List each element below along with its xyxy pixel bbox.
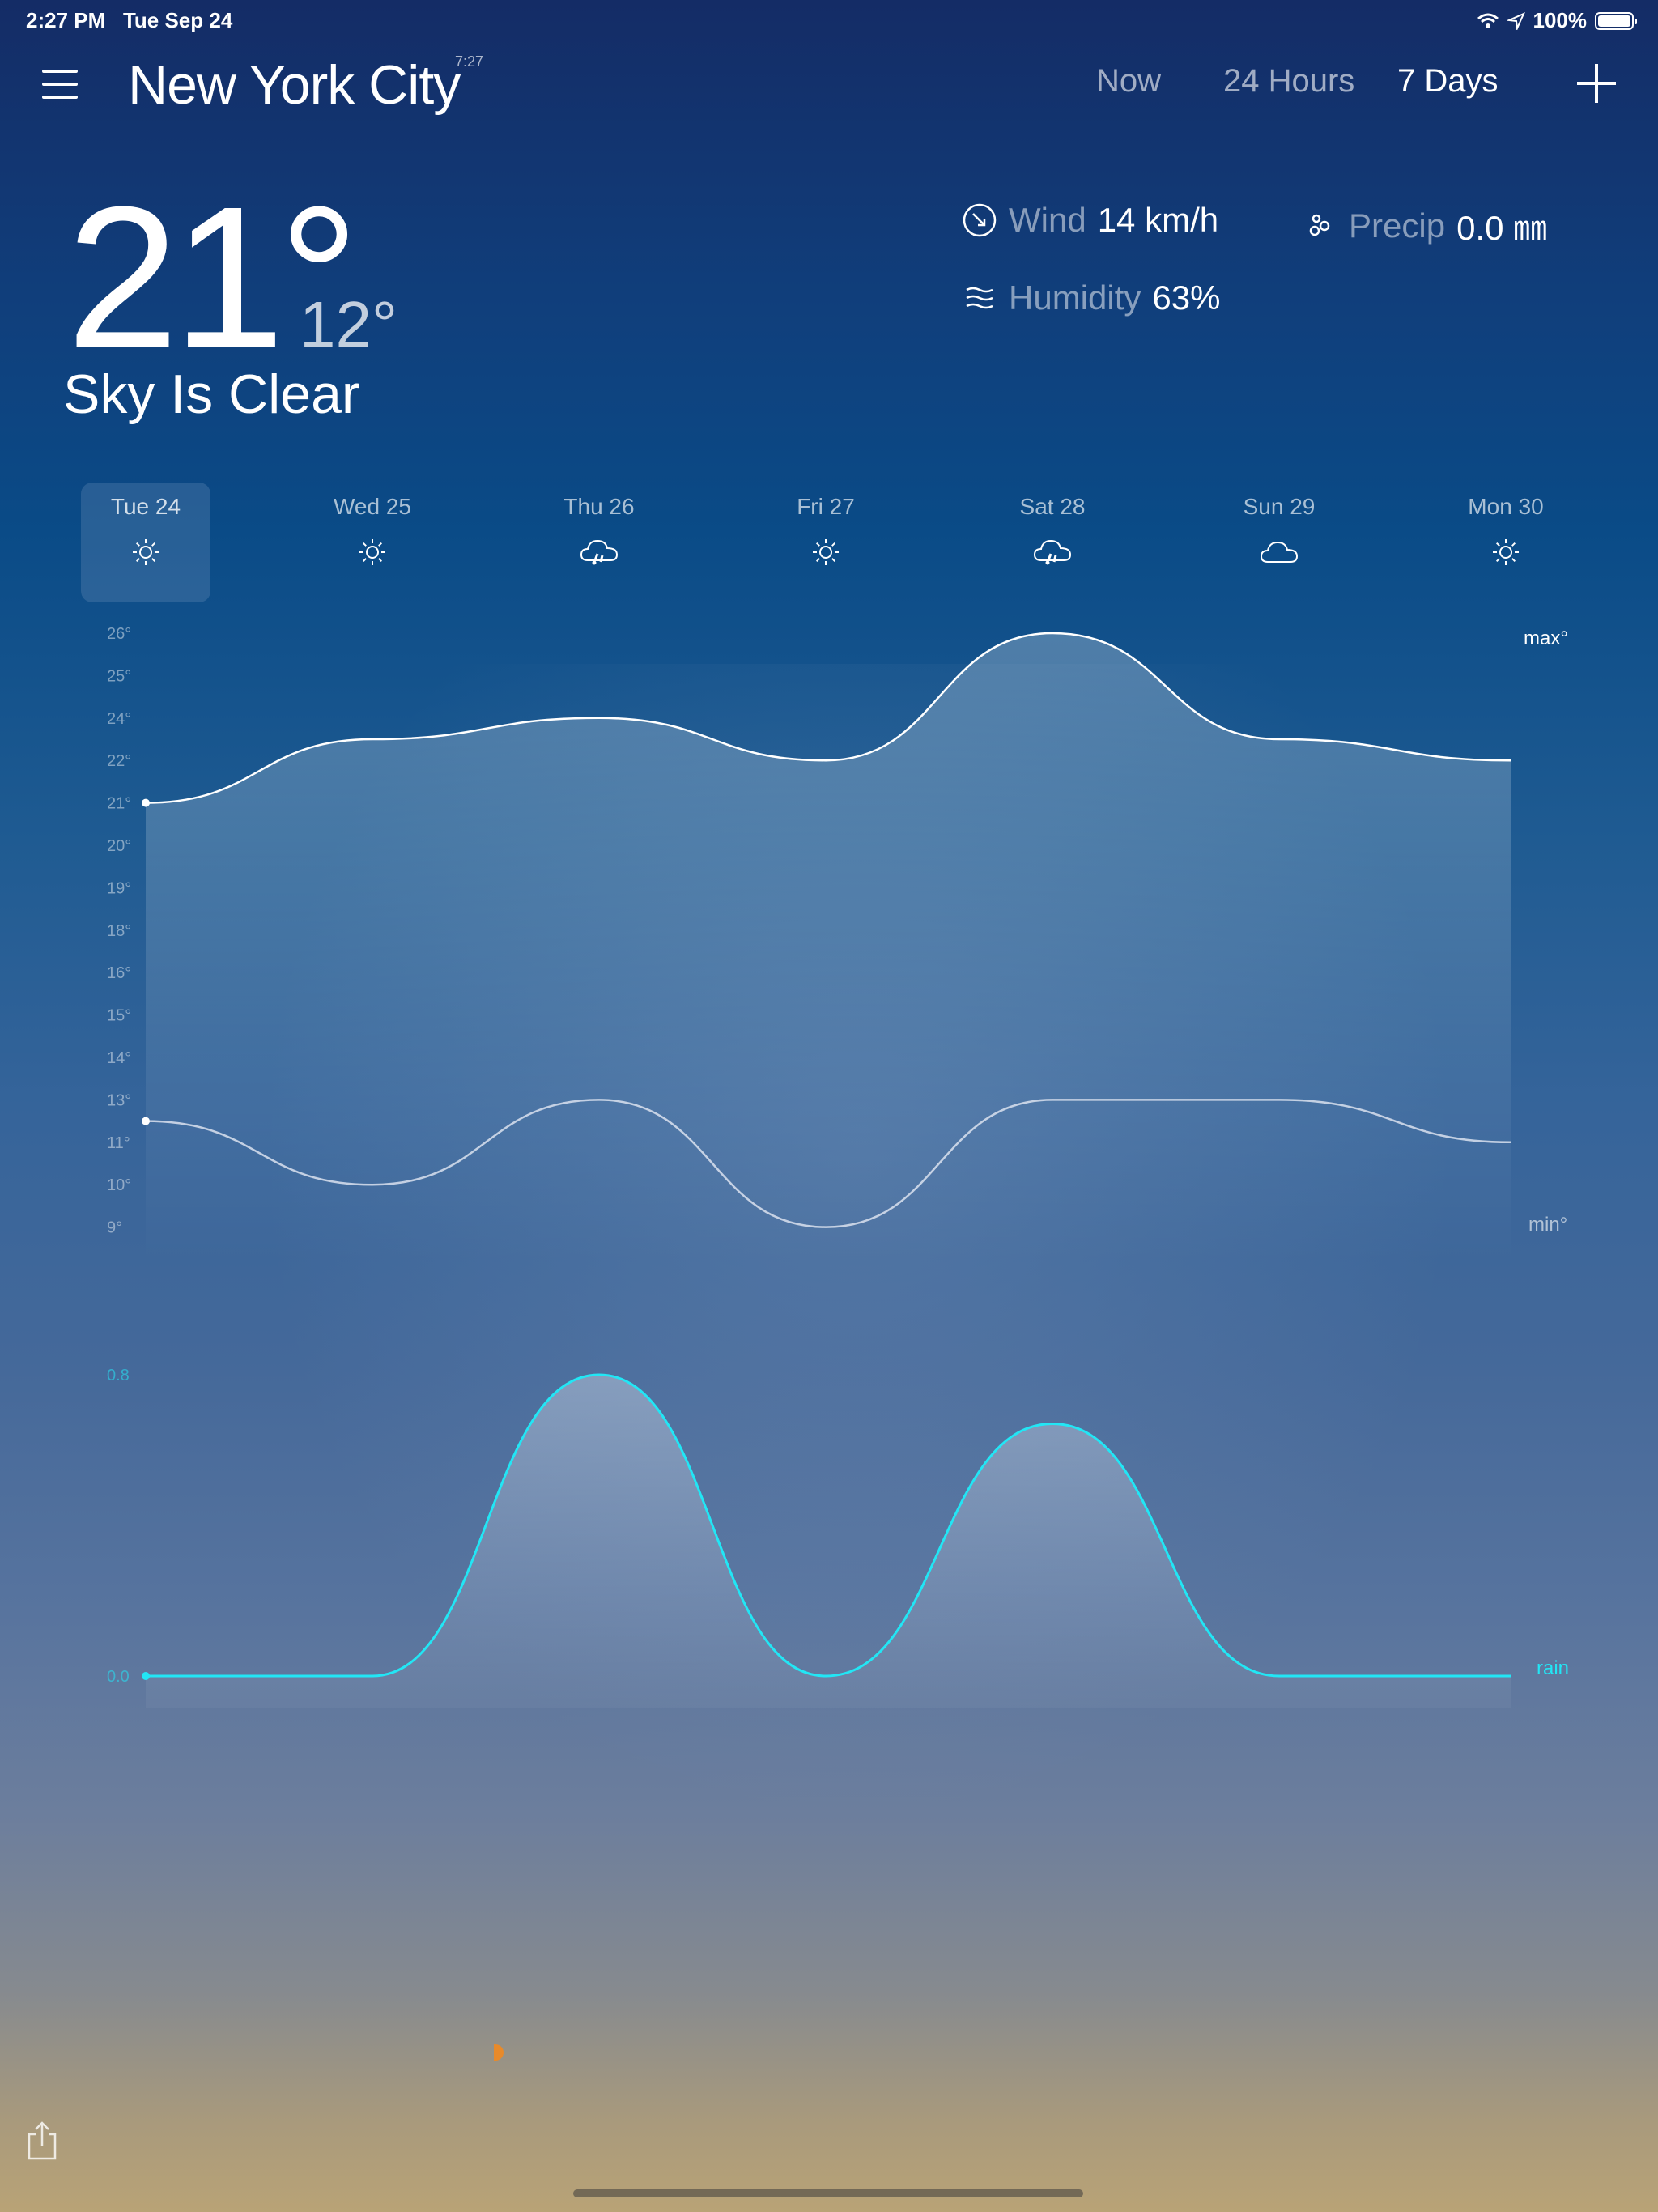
city-local-time: 7:27 — [455, 53, 484, 70]
day-label: Fri 27 — [797, 494, 855, 519]
temp-tick-label: 16° — [107, 964, 131, 982]
precip-stat: Precip 0.0 ㎜ — [1302, 201, 1547, 250]
day-column-tue[interactable]: Tue 24 — [81, 483, 210, 602]
day-column-mon[interactable]: Mon 30 — [1441, 483, 1571, 602]
temp-tick-label: 15° — [107, 1007, 131, 1025]
rain-cloud-icon — [988, 536, 1117, 572]
rain-tick-label: 0.0 — [107, 1668, 130, 1686]
forecast-chart: 26° 25° 24° 22° 21° 20° 19° 18° 16° 15° 14° 13° 11° 1… — [107, 625, 1569, 1708]
temp-tick-label: 13° — [107, 1091, 131, 1109]
max-point — [142, 798, 150, 807]
precip-label: Precip — [1349, 206, 1446, 245]
low-temperature: 12° — [300, 288, 397, 360]
sun-icon — [81, 536, 210, 572]
temp-tick-label: 10° — [107, 1176, 131, 1194]
share-icon[interactable] — [24, 2120, 60, 2162]
sun-icon — [761, 536, 891, 572]
rain-point — [142, 1672, 150, 1680]
rain-area — [146, 1375, 1511, 1708]
humidity-stat: Humidity 63% — [962, 279, 1220, 317]
temp-tick-label: 9° — [107, 1219, 122, 1237]
status-time: 2:27 PM Tue Sep 24 — [26, 8, 233, 32]
home-indicator — [573, 2189, 1083, 2197]
sun-icon — [308, 536, 437, 572]
humidity-label: Humidity — [1009, 279, 1141, 317]
wind-label: Wind — [1009, 201, 1086, 239]
temp-tick-label: 25° — [107, 667, 131, 685]
tab-now[interactable]: Now — [1096, 63, 1161, 100]
tab-24-hours[interactable]: 24 Hours — [1223, 63, 1354, 100]
temp-tick-label: 19° — [107, 879, 131, 897]
location-icon — [1507, 11, 1525, 30]
condition-text: Sky Is Clear — [63, 364, 360, 425]
day-label: Sun 29 — [1243, 494, 1316, 519]
precip-icon — [1309, 214, 1330, 236]
humidity-icon — [966, 287, 993, 309]
rain-line — [146, 1373, 1511, 1678]
wifi-icon — [1477, 13, 1499, 28]
day-label: Tue 24 — [110, 494, 181, 519]
day-label: Thu 26 — [563, 494, 635, 519]
temp-tick-label: 14° — [107, 1049, 131, 1067]
wind-stat: Wind 14 km/h — [962, 201, 1218, 240]
day-column-fri[interactable]: Fri 27 — [761, 483, 891, 602]
temp-tick-label: 22° — [107, 752, 131, 770]
day-column-thu[interactable]: Thu 26 — [534, 483, 664, 602]
sun-icon — [1441, 536, 1571, 572]
day-label: Mon 30 — [1468, 494, 1544, 519]
day-label: Wed 25 — [334, 494, 411, 519]
status-right: 100% — [1477, 8, 1637, 33]
wind-icon — [963, 203, 997, 237]
moon-icon — [494, 2044, 504, 2061]
temp-tick-label: 20° — [107, 837, 131, 855]
min-point — [142, 1117, 150, 1125]
day-column-sun[interactable]: Sun 29 — [1214, 483, 1344, 602]
day-column-wed[interactable]: Wed 25 — [308, 483, 437, 602]
precip-value: 0.0 ㎜ — [1456, 209, 1548, 247]
battery-percent: 100% — [1533, 8, 1588, 32]
temp-tick-label: 26° — [107, 625, 131, 643]
temp-tick-label: 24° — [107, 710, 131, 728]
city-name[interactable]: New York City — [128, 53, 461, 117]
status-bar: 2:27 PM Tue Sep 24 100% — [0, 0, 1658, 39]
humidity-value: 63% — [1152, 279, 1221, 317]
cloud-icon — [1214, 536, 1344, 572]
day-column-sat[interactable]: Sat 28 — [988, 483, 1117, 602]
battery-icon — [1595, 11, 1637, 30]
temp-tick-label: 18° — [107, 922, 131, 940]
day-label: Sat 28 — [1019, 494, 1086, 519]
add-location-button[interactable] — [1577, 64, 1616, 103]
day-strip: Tue 24 Wed 25 Thu 26 Fri 27 Sat 28 Sun 2… — [0, 483, 1658, 604]
wind-value: 14 km/h — [1097, 201, 1219, 239]
rain-series-label: rain — [1537, 1657, 1569, 1679]
temp-tick-label: 21° — [107, 795, 131, 813]
rain-cloud-icon — [534, 536, 664, 572]
rain-tick-label: 0.8 — [107, 1367, 130, 1385]
tab-7-days[interactable]: 7 Days — [1397, 63, 1499, 100]
max-area — [146, 633, 1511, 1263]
max-series-label: max° — [1524, 627, 1568, 649]
temp-tick-label: 11° — [107, 1134, 130, 1152]
min-series-label: min° — [1528, 1214, 1567, 1236]
menu-icon[interactable] — [42, 70, 78, 99]
